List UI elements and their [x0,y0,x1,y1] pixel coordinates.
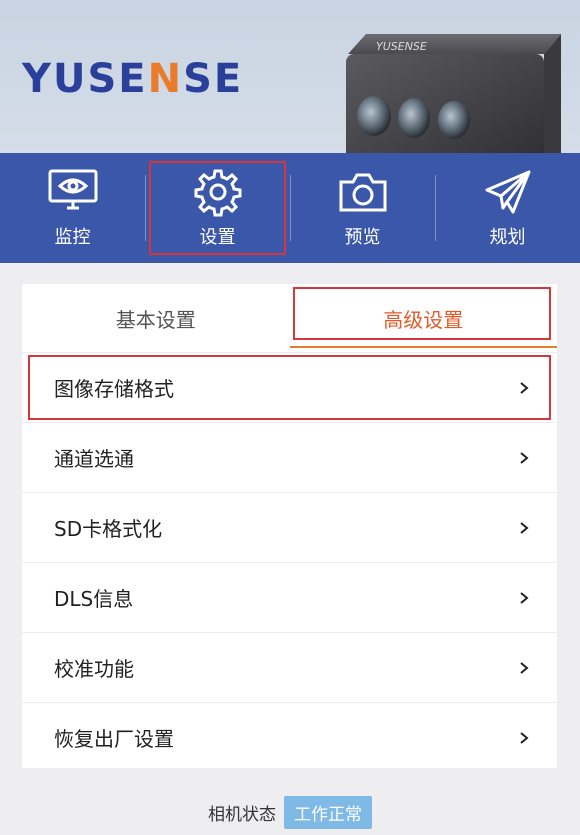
app-screen: YUSENSE YUSENSE 监控 设置 预览 规划 基本设置 高级设置 图像… [0,0,580,835]
chevron-right-icon [520,451,529,464]
nav-item-settings[interactable]: 设置 [145,153,290,263]
brand-logo: YUSENSE [22,56,244,102]
status-badge: 工作正常 [284,795,372,829]
chevron-right-icon [520,731,529,744]
menu-item-calibration[interactable]: 校准功能 [22,632,557,702]
menu-item-channel-select[interactable]: 通道选通 [22,422,557,492]
nav-item-plan[interactable]: 规划 [435,153,580,263]
nav-label-preview: 预览 [344,227,381,248]
camera-icon [336,167,390,217]
menu-item-label: 校准功能 [54,657,134,681]
tab-advanced-settings[interactable]: 高级设置 [289,284,557,352]
main-nav: 监控 设置 预览 规划 [0,153,580,263]
settings-card: 基本设置 高级设置 图像存储格式 通道选通 SD卡格式化 DLS信息 校准功能 … [22,284,557,768]
nav-label-plan: 规划 [489,227,526,248]
monitor-eye-icon [46,167,100,217]
menu-item-factory-reset[interactable]: 恢复出厂设置 [22,702,557,772]
menu-item-sd-format[interactable]: SD卡格式化 [22,492,557,562]
menu-item-highlight [28,355,551,420]
camera-status-label: 相机状态 [208,804,276,825]
camera-lens-2 [398,98,430,138]
camera-product-image: YUSENSE [346,34,561,153]
menu-item-dls-info[interactable]: DLS信息 [22,562,557,632]
tab-advanced-highlight [292,287,551,340]
camera-lens-3 [438,101,470,139]
advanced-settings-menu: 图像存储格式 通道选通 SD卡格式化 DLS信息 校准功能 恢复出厂设置 [22,352,557,772]
nav-item-preview[interactable]: 预览 [290,153,435,263]
menu-item-label: DLS信息 [54,587,134,611]
tab-active-underline [289,346,557,348]
menu-item-label: 恢复出厂设置 [54,727,174,751]
tab-basic-settings[interactable]: 基本设置 [22,284,290,352]
nav-label-monitor: 监控 [54,227,91,248]
tab-basic-label: 基本设置 [115,307,196,332]
menu-item-image-storage-format[interactable]: 图像存储格式 [22,352,557,422]
chevron-right-icon [520,591,529,604]
chevron-right-icon [520,661,529,674]
camera-lens-1 [357,96,391,136]
paper-plane-icon [481,167,535,217]
camera-status-bar: 相机状态 工作正常 [0,795,580,829]
menu-item-label: SD卡格式化 [54,517,163,541]
nav-settings-highlight [149,161,286,255]
camera-brand-text: YUSENSE [376,40,427,53]
chevron-right-icon [520,521,529,534]
header-banner: YUSENSE YUSENSE [0,0,580,153]
settings-tabs: 基本设置 高级设置 [22,284,557,352]
menu-item-label: 通道选通 [54,447,134,471]
nav-item-monitor[interactable]: 监控 [0,153,145,263]
